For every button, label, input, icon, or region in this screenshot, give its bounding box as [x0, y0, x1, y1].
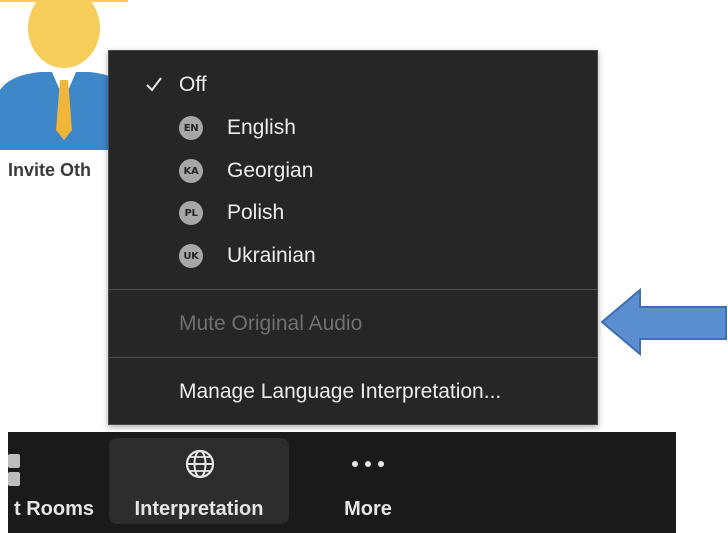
menu-item-manage-interpretation[interactable]: Manage Language Interpretation... — [109, 373, 597, 411]
annotation-arrow-icon — [600, 287, 727, 357]
breakout-rooms-label: t Rooms — [14, 498, 94, 520]
menu-item-georgian[interactable]: KA Georgian — [109, 152, 597, 190]
menu-item-ukrainian[interactable]: UK Ukrainian — [109, 237, 597, 275]
manage-interpretation-label: Manage Language Interpretation... — [179, 380, 502, 403]
more-dots-icon — [352, 461, 384, 467]
language-badge-icon: EN — [179, 116, 203, 140]
check-icon — [146, 77, 162, 92]
menu-divider — [109, 357, 597, 358]
language-label: Polish — [227, 201, 285, 224]
language-badge-icon: PL — [179, 201, 203, 225]
interpretation-menu: Off EN English KA Georgian PL Polish UK … — [108, 50, 598, 425]
interpretation-button[interactable]: Interpretation — [109, 438, 289, 524]
language-label: Ukrainian — [227, 244, 316, 267]
interpretation-label: Interpretation — [134, 498, 264, 520]
menu-item-off[interactable]: Off — [109, 66, 597, 104]
menu-item-polish[interactable]: PL Polish — [109, 194, 597, 232]
invite-others-label[interactable]: Invite Oth — [8, 160, 108, 181]
off-label: Off — [179, 73, 207, 96]
breakout-rooms-button[interactable]: t Rooms — [8, 438, 100, 524]
mute-original-audio-label: Mute Original Audio — [179, 312, 363, 335]
menu-item-mute-original-audio: Mute Original Audio — [109, 305, 597, 343]
more-label: More — [344, 498, 392, 520]
language-badge-icon: KA — [179, 159, 203, 183]
language-label: English — [227, 116, 296, 139]
language-badge-icon: UK — [179, 244, 203, 268]
globe-icon — [185, 449, 215, 479]
meeting-toolbar: t Rooms Interpretation More — [8, 432, 676, 533]
breakout-rooms-icon — [8, 454, 20, 486]
more-button[interactable]: More — [323, 438, 413, 524]
language-label: Georgian — [227, 159, 314, 182]
menu-item-english[interactable]: EN English — [109, 109, 597, 147]
menu-divider — [109, 289, 597, 290]
